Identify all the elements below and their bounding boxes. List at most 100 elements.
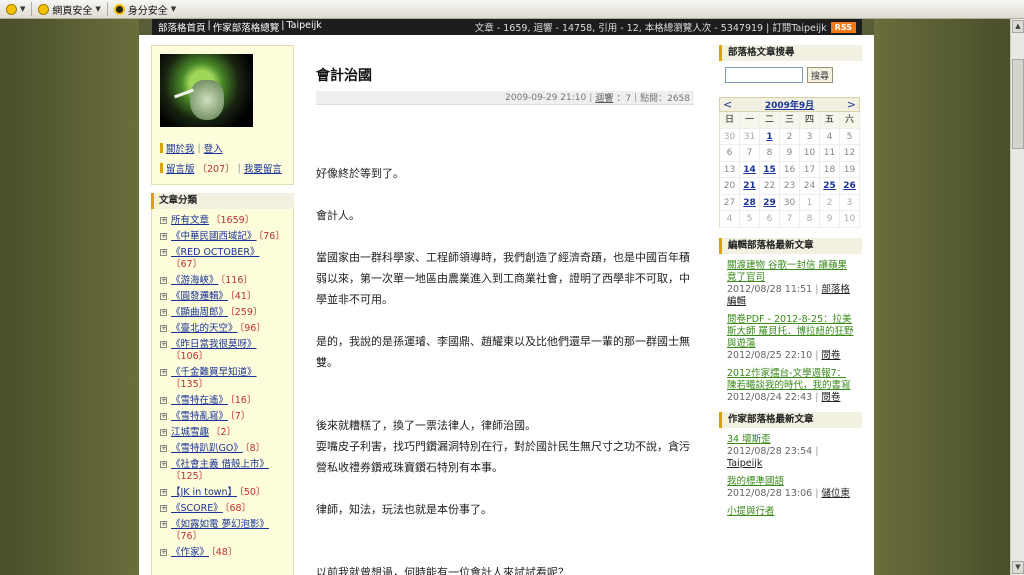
entry-author-link[interactable]: 儲位東 — [821, 488, 850, 499]
calendar-day: 7 — [740, 145, 760, 162]
expand-icon[interactable]: + — [160, 369, 167, 376]
calendar-day: 10 — [840, 211, 860, 228]
category-link[interactable]: 《SCORE》 — [171, 503, 223, 514]
breadcrumb-blog[interactable]: Taipeijk — [286, 20, 321, 34]
guestbook-link[interactable]: 留言版 — [166, 161, 195, 175]
about-me-link[interactable]: 關於我 — [166, 141, 195, 155]
expand-icon[interactable]: + — [160, 217, 167, 224]
scroll-down-icon[interactable]: ▼ — [1012, 561, 1024, 574]
entry-separator: | — [815, 283, 819, 295]
calendar: < 2009年9月 > 日一二三四五六 30 31 1 2 3 4 5 6 7 8 9 10 11 12 13… — [719, 97, 860, 228]
vertical-scrollbar[interactable]: ▲ ▼ — [1010, 19, 1024, 575]
search-input[interactable] — [725, 67, 803, 83]
entry-author-link[interactable]: 閱卷 — [821, 392, 840, 403]
calendar-day: 3 — [800, 128, 820, 145]
scroll-up-icon[interactable]: ▲ — [1012, 20, 1024, 33]
expand-icon[interactable]: + — [160, 413, 167, 420]
prev-month-icon[interactable]: < — [723, 98, 732, 111]
category-link[interactable]: 江城雪趣 — [171, 427, 209, 438]
category-item: + 《如露如電 夢幻泡影》〔76〕 — [160, 519, 287, 543]
expand-icon[interactable]: + — [160, 341, 167, 348]
category-link[interactable]: 【JK in town】 — [171, 487, 237, 498]
expand-icon[interactable]: + — [160, 489, 167, 496]
expand-icon[interactable]: + — [160, 293, 167, 300]
entry-title-link[interactable]: 2012作家擂台-文學週報7：陳若曦談我的時代，我的書寫 — [727, 368, 854, 392]
calendar-day: 8 — [760, 145, 780, 162]
entry-author-link[interactable]: Taipeijk — [727, 458, 762, 469]
breadcrumb: 部落格首頁 | 作家部落格總覽 | Taipeijk — [158, 20, 322, 34]
expand-icon[interactable]: + — [160, 445, 167, 452]
category-link[interactable]: 《千金難買早知道》 — [171, 367, 257, 378]
replies-link[interactable]: 迴響 — [595, 91, 613, 104]
entry-title-link[interactable]: 閱卷PDF - 2012-8-25：拉美斯大師 羅貝托．博拉紐的狂野與遊蕩 — [727, 314, 854, 350]
login-link[interactable]: 登入 — [204, 141, 223, 155]
leave-message-link[interactable]: 我要留言 — [244, 161, 282, 175]
entry-title-link[interactable]: 小提與行者 — [727, 506, 854, 518]
calendar-month[interactable]: 2009年9月 — [765, 98, 814, 111]
search-row: 搜尋 — [719, 67, 862, 83]
avatar[interactable] — [160, 54, 253, 127]
search-button[interactable]: 搜尋 — [807, 67, 834, 83]
meta-separator: | — [634, 92, 638, 103]
expand-icon[interactable]: + — [160, 249, 167, 256]
expand-icon[interactable]: + — [160, 397, 167, 404]
expand-icon[interactable]: + — [160, 325, 167, 332]
expand-icon[interactable]: + — [160, 429, 167, 436]
expand-icon[interactable]: + — [160, 461, 167, 468]
entry-title-link[interactable]: 34 壞斯歪 — [727, 434, 854, 446]
expand-icon[interactable]: + — [160, 233, 167, 240]
calendar-weekday: 四 — [800, 112, 820, 129]
expand-icon[interactable]: + — [160, 549, 167, 556]
category-count: 〔8〕 — [244, 443, 266, 454]
calendar-day[interactable]: 29 — [760, 194, 780, 211]
toolbar-button-1[interactable]: ▼ — [0, 0, 31, 19]
category-link[interactable]: 《作家》 — [171, 547, 209, 558]
rss-button[interactable]: RSS — [830, 21, 856, 33]
calendar-day: 4 — [720, 211, 740, 228]
expand-icon[interactable]: + — [160, 521, 167, 528]
row-marker — [160, 163, 163, 173]
entry-author-link[interactable]: 閱卷 — [821, 350, 840, 361]
category-text: 《RED OCTOBER》〔67〕 — [171, 247, 287, 271]
avatar-face — [190, 80, 224, 120]
entry-title-link[interactable]: 我的標準國語 — [727, 476, 854, 488]
post-paragraph: 當國家由一群科學家、工程師領導時，我們創造了經濟奇蹟，也是中國百年積弱以來，第一… — [316, 251, 690, 306]
expand-icon[interactable]: + — [160, 277, 167, 284]
calendar-day[interactable]: 1 — [760, 128, 780, 145]
scroll-thumb[interactable] — [1012, 59, 1024, 149]
category-item: + 《雪特亂寫》 〔7〕 — [160, 411, 287, 423]
calendar-day[interactable]: 14 — [740, 161, 760, 178]
writer-latest-list: 34 壞斯歪 2012/08/28 23:54 | Taipeijk 我的標準國語 2… — [719, 428, 862, 518]
breadcrumb-writers[interactable]: 作家部落格總覽 — [213, 20, 280, 34]
category-link[interactable]: 《雪特趴趴GO》 — [171, 443, 243, 454]
category-link[interactable]: 《昨日當我很莫呀》 — [171, 339, 257, 350]
entry-title-link[interactable]: 關渡建物 谷歌一封信 讓蘋果竟了官司 — [727, 260, 854, 284]
category-link[interactable]: 《中華民國西域記》 — [171, 231, 257, 242]
category-link[interactable]: 《游海峽》 — [171, 275, 219, 286]
calendar-day[interactable]: 26 — [840, 178, 860, 195]
calendar-day[interactable]: 25 — [820, 178, 840, 195]
category-link[interactable]: 《雪特亂寫》 — [171, 411, 228, 422]
next-month-icon[interactable]: > — [847, 98, 856, 111]
category-link[interactable]: 《雪特在遙》 — [171, 395, 228, 406]
main-content: 會計治國 2009-09-29 21:10 | 迴響 ：7 | 點閱：2658 … — [300, 45, 710, 575]
category-item: + 《RED OCTOBER》〔67〕 — [160, 247, 287, 271]
category-link[interactable]: 《如露如電 夢幻泡影》 — [171, 519, 269, 530]
expand-icon[interactable]: + — [160, 505, 167, 512]
category-link[interactable]: 所有文章 — [171, 215, 209, 226]
category-link[interactable]: 《RED OCTOBER》 — [171, 247, 259, 258]
breadcrumb-home[interactable]: 部落格首頁 — [158, 20, 206, 34]
calendar-day[interactable]: 15 — [760, 161, 780, 178]
web-security-button[interactable]: 網頁安全 ▼ — [32, 0, 106, 19]
calendar-day: 9 — [780, 145, 800, 162]
category-link[interactable]: 《社會主義 借殼上市》 — [171, 459, 269, 470]
category-link[interactable]: 《顯曲周郎》 — [171, 307, 228, 318]
calendar-day[interactable]: 28 — [740, 194, 760, 211]
expand-icon[interactable]: + — [160, 309, 167, 316]
category-link[interactable]: 《臺北的天空》 — [171, 323, 238, 334]
identity-security-button[interactable]: 身分安全 ▼ — [108, 0, 182, 19]
category-link[interactable]: 《圓發邏輯》 — [171, 291, 228, 302]
link-separator: | — [197, 142, 201, 154]
calendar-day[interactable]: 21 — [740, 178, 760, 195]
category-text: 【JK in town】 〔50〕 — [171, 487, 287, 499]
